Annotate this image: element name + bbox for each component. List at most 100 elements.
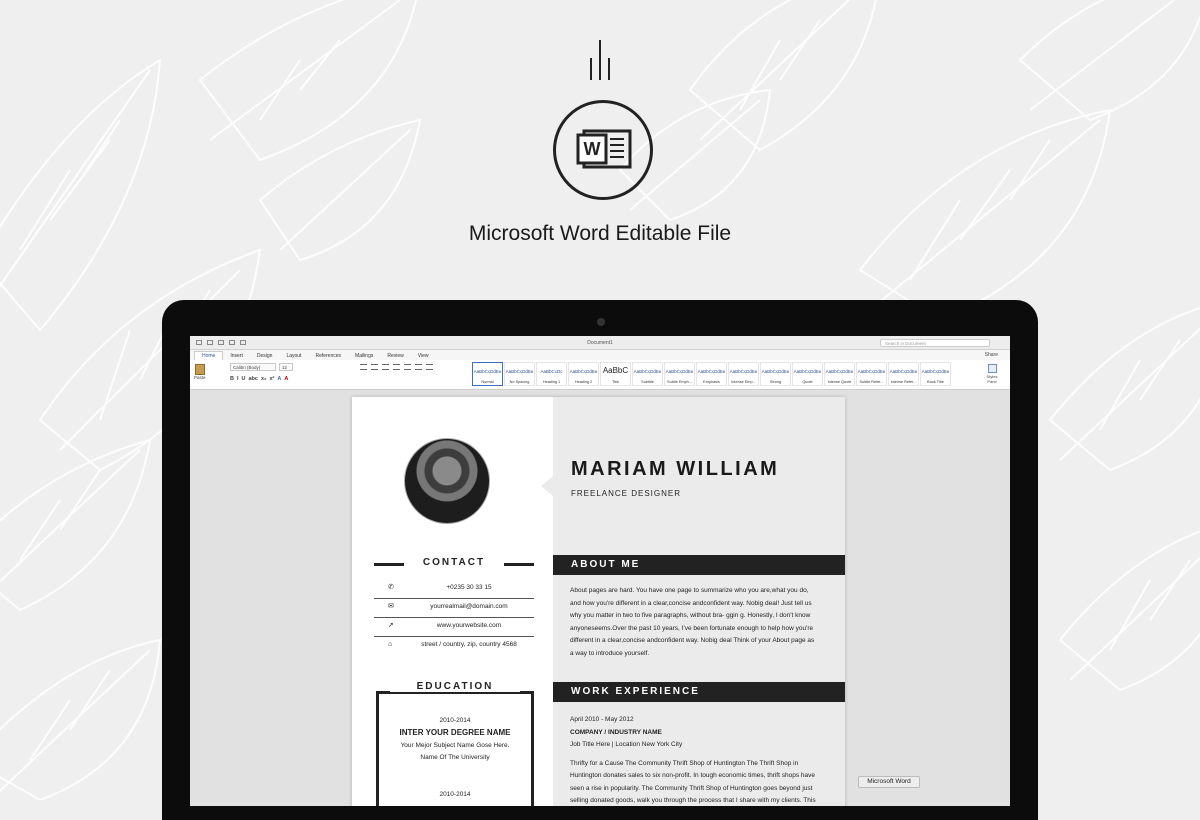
style-sample: AaBbCcDdEe [569, 369, 598, 374]
phone-icon: ✆ [388, 584, 394, 591]
contact-row-address: ⌂ street / country, zip, country 4568 [374, 638, 534, 656]
style-subtle-reference[interactable]: AaBbCcDdEe Subtle Refer... [856, 362, 887, 386]
contact-row-website: ➚ www.yourwebsite.com [374, 619, 534, 637]
about-text: About pages are hard. You have one page … [570, 585, 822, 660]
style-intense-quote[interactable]: AaBbCcDdEe Intense Quote [824, 362, 855, 386]
style-name: Subtle Refer... [859, 380, 884, 384]
work-heading: WORK EXPERIENCE [553, 682, 845, 702]
pilcrow-icon[interactable] [426, 364, 433, 370]
education-years: 2010-2014 [439, 717, 471, 724]
document-canvas[interactable]: MARIAM WILLIAM FREELANCE DESIGNER CONTAC… [190, 390, 1010, 806]
font-size-select[interactable]: 12 [279, 363, 293, 371]
about-heading: ABOUT ME [553, 555, 845, 575]
styles-pane-button[interactable]: Styles Pane [984, 364, 1000, 384]
work-desc-line: Thrifty for a Cause The Community Thrift… [570, 759, 799, 767]
style-name: Book Title [927, 380, 944, 384]
style-sample: AaBbCcDdEe [761, 369, 790, 374]
dock-tooltip: Microsoft Word [858, 776, 920, 788]
education-degree: INTER YOUR DEGREE NAME [399, 728, 511, 737]
style-name: Intense Quote [827, 380, 852, 384]
contact-text: yourrealmail@domain.com [430, 603, 508, 610]
tab-layout[interactable]: Layout [279, 352, 308, 360]
tab-mailings[interactable]: Mailings [348, 352, 380, 360]
tab-home[interactable]: Home [194, 351, 224, 360]
about-line: About pages are hard. You have one page … [570, 587, 809, 594]
strikethrough-button[interactable]: abc [249, 376, 258, 382]
contact-row-phone: ✆ +0235 30 33 15 [374, 581, 534, 599]
style-name: Subtitle [641, 380, 654, 384]
camera-dot [597, 318, 605, 326]
sort-icon[interactable] [415, 364, 422, 370]
styles-gallery: AaBbCcDdEe Normal AaBbCcDdEe No Spacing Aa… [472, 362, 951, 386]
multilevel-list-icon[interactable] [382, 364, 389, 370]
style-emphasis[interactable]: AaBbCcDdEe Emphasis [696, 362, 727, 386]
avatar [404, 438, 490, 524]
style-title[interactable]: AaBbC Title [600, 362, 631, 386]
decorative-bars-icon [590, 40, 612, 80]
style-name: Intense Emp... [731, 380, 756, 384]
text-effects-button[interactable]: A [277, 376, 281, 382]
education-years: 2010-2014 [439, 791, 471, 798]
style-sample: AaBbCcDdEe [825, 369, 854, 374]
superscript-button[interactable]: x² [270, 376, 275, 382]
style-heading-1[interactable]: AaBbCcDc Heading 1 [536, 362, 567, 386]
word-window: Document1 Search in Document Home Insert… [190, 336, 1010, 806]
tab-design[interactable]: Design [250, 352, 280, 360]
subscript-button[interactable]: x₂ [261, 376, 267, 382]
style-sample: AaBbCcDdEe [889, 369, 918, 374]
contact-text: www.yourwebsite.com [436, 622, 502, 629]
education-heading: EDUCATION [390, 681, 520, 692]
education-subject: Your Mejor Subject Name Gose Here. [400, 742, 510, 749]
panel-pointer [541, 476, 553, 496]
about-line: a way to introduce yourself. [570, 649, 650, 657]
style-sample: AaBbCcDdEe [697, 369, 726, 374]
bullets-icon[interactable] [360, 364, 367, 370]
style-no-spacing[interactable]: AaBbCcDdEe No Spacing [504, 362, 535, 386]
style-subtle-emphasis[interactable]: AaBbCcDdEe Subtle Emph... [664, 362, 695, 386]
style-strong[interactable]: AaBbCcDdEe Strong [760, 362, 791, 386]
style-intense-emphasis[interactable]: AaBbCcDdEe Intense Emp... [728, 362, 759, 386]
tab-insert[interactable]: Insert [223, 352, 250, 360]
style-sample: AaBbCcDdEe [793, 369, 822, 374]
work-desc-line: selling donated goods, walk you through … [570, 797, 816, 804]
resume-name: MARIAM WILLIAM [571, 458, 780, 480]
style-name: Quote [802, 380, 813, 384]
format-buttons: B I U abc x₂ x² A A [230, 376, 288, 382]
italic-button[interactable]: I [237, 376, 239, 382]
about-line: different in a clear,concise andconfiden… [570, 637, 815, 644]
tab-review[interactable]: Review [380, 352, 410, 360]
decrease-indent-icon[interactable] [393, 364, 400, 370]
email-icon: ✉ [388, 603, 394, 610]
tab-view[interactable]: View [411, 352, 436, 360]
underline-button[interactable]: U [242, 376, 246, 382]
paste-button[interactable]: Paste [194, 364, 206, 384]
tab-references[interactable]: References [308, 352, 348, 360]
font-name-select[interactable]: Calibri (Body) [230, 363, 276, 371]
about-line: and how you're different in a clear,conc… [570, 599, 812, 607]
style-heading-2[interactable]: AaBbCcDdEe Heading 2 [568, 362, 599, 386]
cursor-icon: ➚ [388, 622, 394, 629]
word-logo-icon: W [553, 100, 653, 200]
style-quote[interactable]: AaBbCcDdEe Quote [792, 362, 823, 386]
increase-indent-icon[interactable] [404, 364, 411, 370]
contact-heading: CONTACT [374, 557, 534, 569]
bold-button[interactable]: B [230, 376, 234, 382]
clipboard-icon [195, 364, 205, 375]
numbering-icon[interactable] [371, 364, 378, 370]
style-subtitle[interactable]: AaBbCcDdEe Subtitle [632, 362, 663, 386]
headline: Microsoft Word Editable File [468, 222, 732, 245]
style-name: Subtle Emph... [667, 380, 692, 384]
style-intense-reference[interactable]: AaBbCcDdEe Intense Refer... [888, 362, 919, 386]
style-sample: AaBbCcDdEe [857, 369, 886, 374]
share-button[interactable]: Share [985, 352, 998, 358]
home-icon: ⌂ [388, 641, 393, 648]
work-desc-line: Huntington donates sales to six non-prof… [570, 772, 815, 779]
ribbon-home: Paste Calibri (Body) 12 B I U abc x₂ x² … [190, 360, 1010, 390]
style-sample: AaBbCcDdEe [729, 369, 758, 374]
font-color-button[interactable]: A [284, 376, 288, 382]
resume-page[interactable]: MARIAM WILLIAM FREELANCE DESIGNER CONTAC… [352, 397, 845, 806]
search-input[interactable]: Search in Document [880, 339, 990, 347]
style-sample: AaBbCcDdEe [921, 369, 950, 374]
style-book-title[interactable]: AaBbCcDdEe Book Title [920, 362, 951, 386]
style-normal[interactable]: AaBbCcDdEe Normal [472, 362, 503, 386]
